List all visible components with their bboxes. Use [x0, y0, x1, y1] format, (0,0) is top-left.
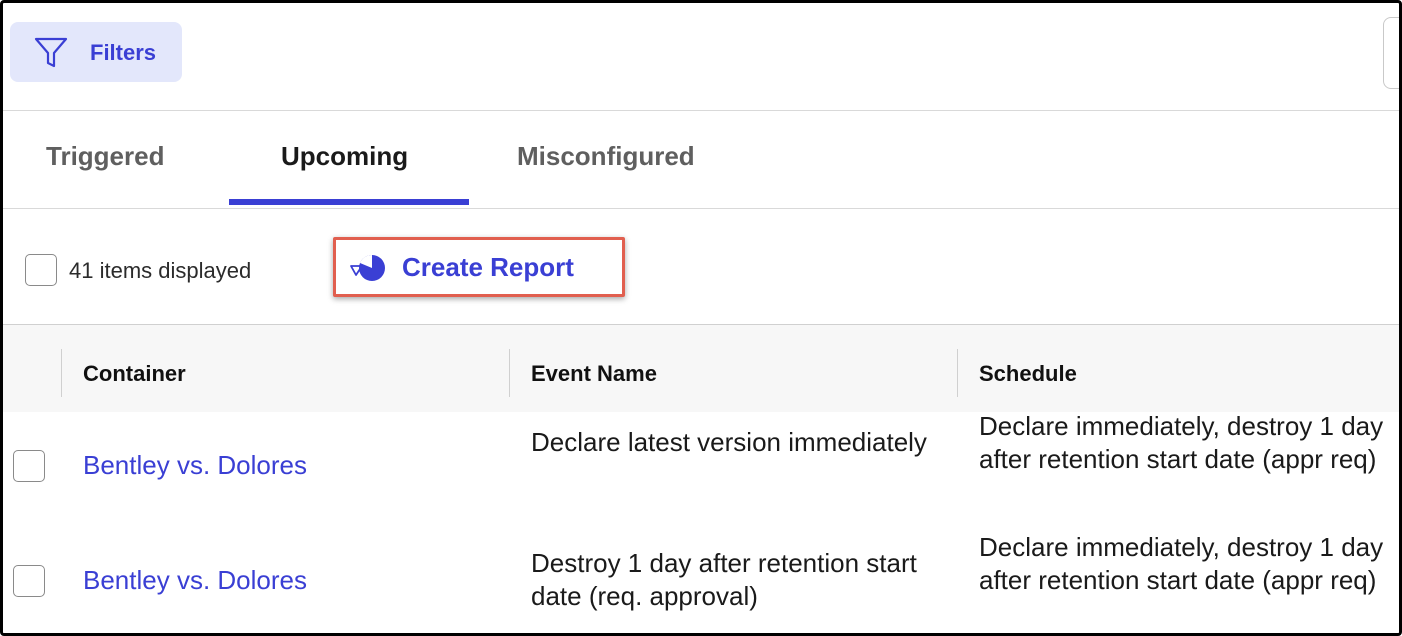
table-header: Container Event Name Schedule [3, 324, 1399, 420]
column-header-event-name[interactable]: Event Name [531, 361, 657, 387]
column-header-schedule[interactable]: Schedule [979, 361, 1077, 387]
create-report-button[interactable]: Create Report [333, 237, 625, 297]
filters-button[interactable]: Filters [10, 22, 182, 82]
select-all-checkbox[interactable] [25, 254, 57, 286]
create-report-label: Create Report [402, 252, 574, 282]
items-count: 41 items displayed [69, 258, 252, 283]
filter-funnel-icon [34, 37, 68, 68]
pie-chart-icon [350, 255, 385, 281]
event-name-cell: Destroy 1 day after retention start date… [531, 548, 917, 611]
container-link[interactable]: Bentley vs. Dolores [83, 450, 307, 481]
toolbar-right-control[interactable] [1383, 17, 1399, 89]
filters-label: Filters [90, 40, 157, 65]
toolbar: Filters [3, 3, 1399, 111]
tab-misconfigured[interactable]: Misconfigured [517, 141, 695, 172]
actions-bar: 41 items displayed Create Report [3, 210, 1399, 334]
container-link[interactable]: Bentley vs. Dolores [83, 565, 307, 596]
tab-bar: Triggered Upcoming Misconfigured [3, 111, 1399, 209]
schedule-cell: Declare immediately, destroy 1 day after… [979, 411, 1384, 474]
column-divider [957, 349, 958, 397]
event-name-cell: Declare latest version immediately [531, 427, 927, 457]
row-checkbox[interactable] [13, 450, 45, 482]
column-divider [509, 349, 510, 397]
row-checkbox[interactable] [13, 565, 45, 597]
tab-upcoming[interactable]: Upcoming [281, 141, 408, 172]
column-header-container[interactable]: Container [83, 361, 186, 387]
schedule-cell: Declare immediately, destroy 1 day after… [979, 532, 1384, 595]
table-row: Bentley vs. Dolores Destroy 1 day after … [3, 519, 1399, 633]
active-tab-indicator [229, 199, 469, 205]
table-row: Bentley vs. Dolores Declare latest versi… [3, 411, 1399, 522]
app-window: Filters Triggered Upcoming Misconfigured… [0, 0, 1402, 636]
tab-triggered[interactable]: Triggered [46, 141, 164, 172]
column-divider [61, 349, 62, 397]
